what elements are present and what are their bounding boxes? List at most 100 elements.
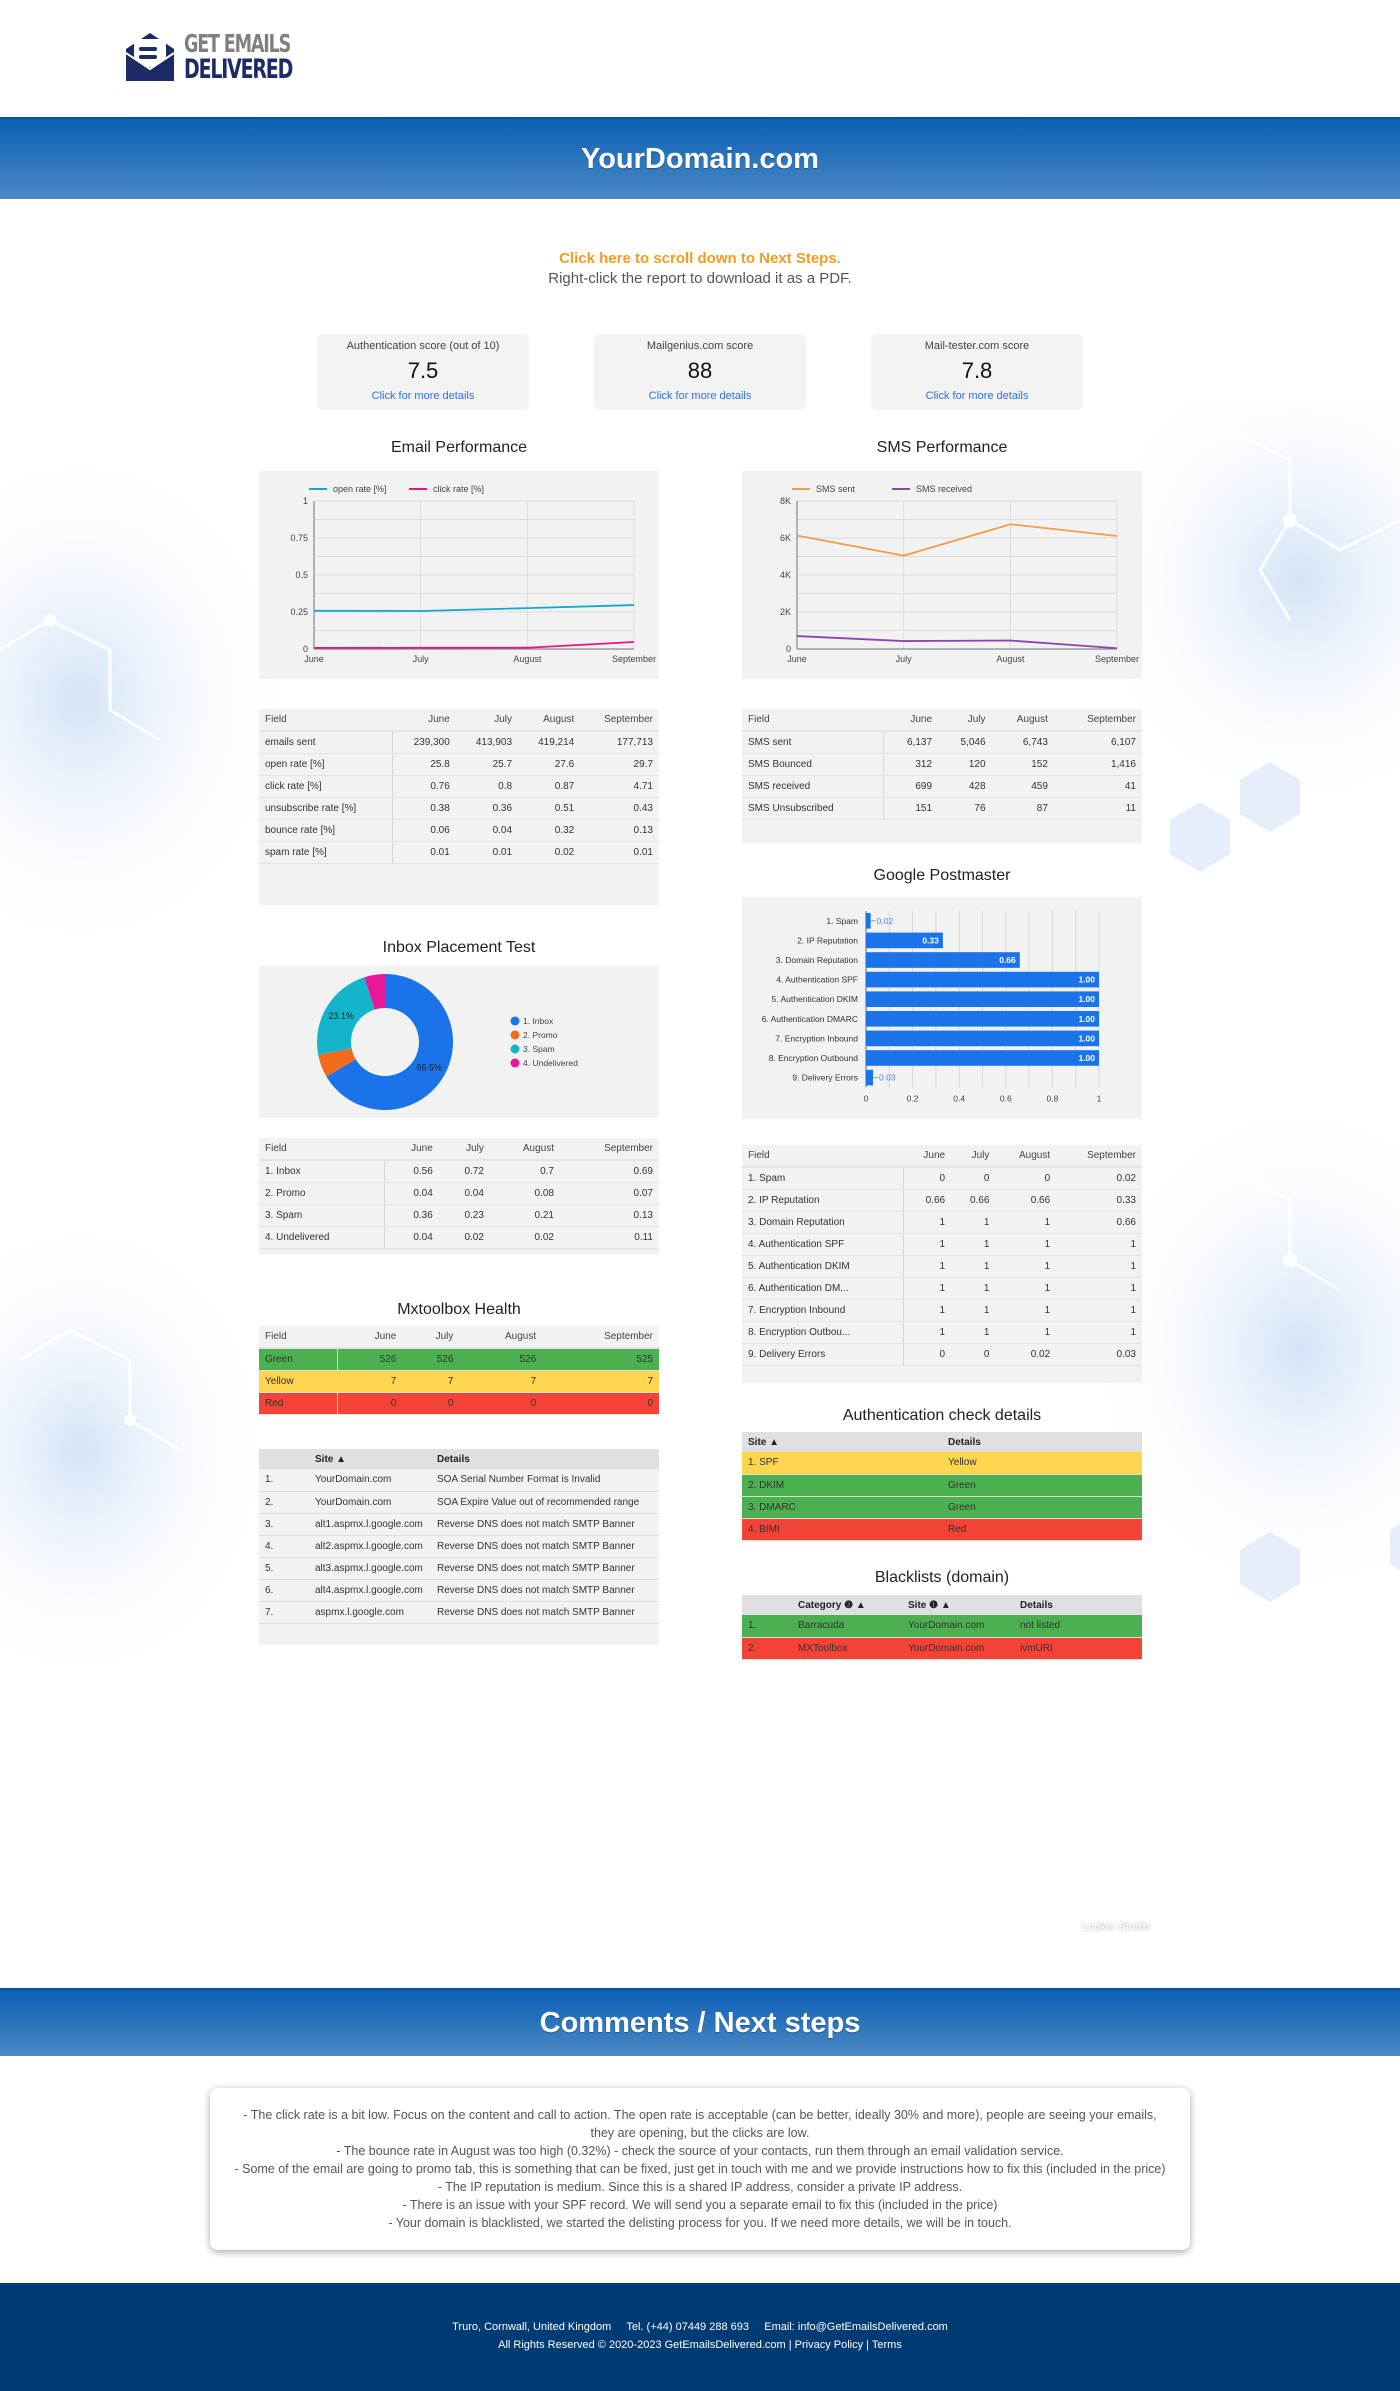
terms-link[interactable]: Terms bbox=[872, 2339, 902, 2351]
cell-value: 5. bbox=[259, 1557, 309, 1580]
privacy-policy-link[interactable]: Privacy Policy bbox=[795, 2339, 863, 2351]
sms-performance-chart: SMS sent SMS received 0 2K 4K 6K 8K June July Aug… bbox=[742, 471, 1142, 679]
column-header[interactable]: September bbox=[1053, 709, 1142, 732]
table-row: 3. alt1.aspmx.l.google.com Reverse DNS doe… bbox=[259, 1513, 659, 1536]
column-header[interactable]: Details bbox=[431, 1449, 659, 1469]
column-header[interactable]: August bbox=[459, 1326, 543, 1349]
table-row: 4. Authentication SPF 1 1 1 1 bbox=[742, 1233, 1142, 1256]
column-header[interactable]: September bbox=[542, 1326, 659, 1349]
column-header[interactable]: Details bbox=[942, 1432, 1142, 1452]
y-tick-label: 4K bbox=[780, 570, 791, 580]
cell-value: 526 bbox=[459, 1348, 543, 1371]
column-header[interactable]: Site ▲ bbox=[309, 1449, 431, 1469]
score-details-link[interactable]: Click for more details bbox=[871, 390, 1083, 402]
score-details-link[interactable]: Click for more details bbox=[317, 390, 529, 402]
column-header[interactable]: July bbox=[455, 709, 519, 732]
table-row: 2. YourDomain.com SOA Expire Value out of … bbox=[259, 1491, 659, 1514]
column-header[interactable]: July bbox=[402, 1326, 460, 1349]
footer-email-link[interactable]: info@GetEmailsDelivered.com bbox=[798, 2321, 948, 2333]
hexagon-background-decoration bbox=[0, 400, 1400, 1690]
scroll-to-next-steps-link[interactable]: Click here to scroll down to Next Steps. bbox=[0, 250, 1400, 267]
bar bbox=[866, 971, 1099, 988]
table-row: 7. Encryption Inbound 1 1 1 1 bbox=[742, 1299, 1142, 1322]
column-header[interactable] bbox=[259, 1449, 309, 1469]
cell-value: 1 bbox=[995, 1321, 1057, 1344]
cell-value: 0.66 bbox=[1056, 1211, 1142, 1234]
pie-data-label: 66.5% bbox=[417, 1062, 443, 1072]
row-label: 1. Inbox bbox=[259, 1160, 385, 1183]
cell-value: Reverse DNS does not match SMTP Banner bbox=[431, 1601, 659, 1624]
column-header[interactable]: June bbox=[337, 1326, 403, 1349]
blacklists-title: Blacklists (domain) bbox=[874, 1569, 1010, 1586]
column-header[interactable]: August bbox=[518, 709, 581, 732]
column-header[interactable]: July bbox=[438, 1138, 490, 1161]
row-label: SMS received bbox=[742, 775, 885, 798]
column-header[interactable]: June bbox=[883, 709, 939, 732]
brand-logo[interactable]: GET EMAILS DELIVERED bbox=[122, 28, 302, 86]
pie-data-label: 23.1% bbox=[328, 1011, 354, 1021]
bar bbox=[866, 952, 1020, 968]
looker-studio-watermark[interactable]: Looker Studio bbox=[1082, 1921, 1150, 1933]
row-label: 2. IP Reputation bbox=[742, 1189, 905, 1212]
column-header[interactable]: August bbox=[995, 1145, 1057, 1168]
table-header-row: Site ▲ Details bbox=[259, 1449, 659, 1469]
cell-value: 152 bbox=[991, 753, 1054, 776]
row-label: 2. Promo bbox=[259, 1182, 385, 1205]
cell-value: 0.87 bbox=[518, 775, 581, 798]
column-header[interactable] bbox=[742, 1595, 792, 1615]
cell-value: 1 bbox=[903, 1277, 952, 1300]
table-row: 6. Authentication DM... 1 1 1 1 bbox=[742, 1277, 1142, 1300]
column-header[interactable]: Category ❷ ▲ bbox=[792, 1595, 902, 1615]
column-header[interactable]: Field bbox=[742, 1145, 904, 1168]
column-header[interactable]: July bbox=[938, 709, 992, 732]
bar-data-label: 0.66 bbox=[999, 955, 1016, 965]
row-label: Red bbox=[259, 1392, 339, 1415]
row-label: 4. Undelivered bbox=[259, 1226, 385, 1249]
row-label: click rate [%] bbox=[259, 775, 394, 798]
cell-value: 0 bbox=[542, 1392, 659, 1415]
cell-value: 0.66 bbox=[903, 1189, 952, 1212]
column-header[interactable]: Site ❶ ▲ bbox=[902, 1595, 1014, 1615]
cell-value: alt1.aspmx.l.google.com bbox=[309, 1513, 431, 1536]
column-header[interactable]: June bbox=[903, 1145, 952, 1168]
cell-value: 0.08 bbox=[489, 1182, 560, 1205]
column-header[interactable]: August bbox=[991, 709, 1054, 732]
cell-value: 239,300 bbox=[392, 731, 456, 754]
column-header[interactable]: Details bbox=[1014, 1595, 1142, 1615]
cell-value: 1 bbox=[951, 1321, 996, 1344]
comment-line: - Your domain is blacklisted, we started… bbox=[388, 2216, 1012, 2230]
cell-value: 0.76 bbox=[392, 775, 456, 798]
column-header[interactable]: July bbox=[951, 1145, 996, 1168]
column-header[interactable]: June bbox=[384, 1138, 439, 1161]
table-row: 2. Promo 0.04 0.04 0.08 0.07 bbox=[259, 1182, 659, 1205]
column-header[interactable]: September bbox=[580, 709, 659, 732]
y-tick-label: 1 bbox=[303, 496, 308, 506]
mxtoolbox-title: Mxtoolbox Health bbox=[397, 1301, 521, 1318]
column-header[interactable]: Field bbox=[259, 1138, 385, 1161]
column-header[interactable]: Field bbox=[259, 709, 393, 732]
bar bbox=[866, 1030, 1099, 1047]
column-header[interactable]: Site ▲ bbox=[742, 1432, 942, 1452]
x-tick-label: June bbox=[787, 654, 807, 664]
cell-value: 0.36 bbox=[455, 797, 519, 820]
table-row: 1. Spam 0 0 0 0.02 bbox=[742, 1167, 1142, 1190]
column-header[interactable]: Field bbox=[742, 709, 884, 732]
column-header[interactable]: Field bbox=[259, 1326, 338, 1349]
column-header[interactable]: September bbox=[559, 1138, 659, 1161]
cell-value: 0.07 bbox=[559, 1182, 659, 1205]
bar-category-label: 8. Encryption Outbound bbox=[769, 1053, 859, 1063]
cell-value: 1 bbox=[951, 1233, 996, 1256]
cell-value: 1 bbox=[951, 1299, 996, 1322]
cell-value: 428 bbox=[938, 775, 992, 798]
column-header[interactable]: June bbox=[392, 709, 456, 732]
score-details-link[interactable]: Click for more details bbox=[594, 390, 806, 402]
x-tick-label: 1 bbox=[1097, 1093, 1102, 1103]
cell-value: alt3.aspmx.l.google.com bbox=[309, 1557, 431, 1580]
cell-value: 0.36 bbox=[384, 1204, 439, 1227]
column-header[interactable]: August bbox=[489, 1138, 560, 1161]
comments-box: - The click rate is a bit low. Focus on … bbox=[210, 2088, 1190, 2250]
cell-value: 29.7 bbox=[580, 753, 659, 776]
domain-title: YourDomain.com bbox=[581, 142, 819, 175]
column-header[interactable]: September bbox=[1056, 1145, 1142, 1168]
table-row: 1. Barracuda YourDomain.com not listed bbox=[742, 1615, 1142, 1638]
